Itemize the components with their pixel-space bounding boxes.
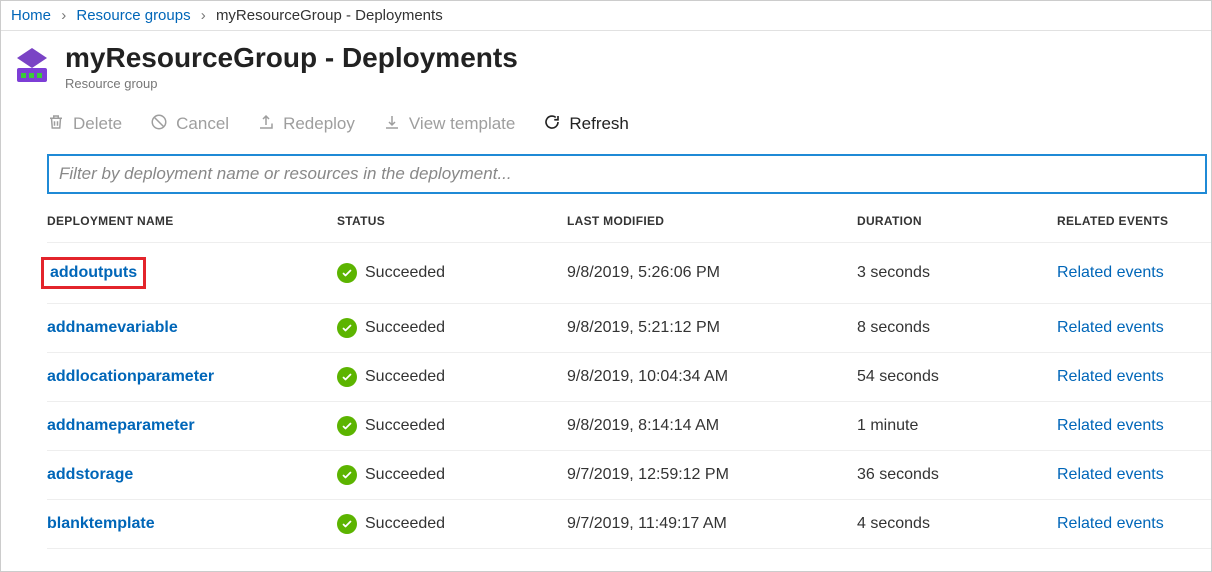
related-events-link[interactable]: Related events <box>1057 417 1164 434</box>
related-events-link[interactable]: Related events <box>1057 319 1164 336</box>
duration: 36 seconds <box>857 466 1057 484</box>
breadcrumb-resource-groups[interactable]: Resource groups <box>76 7 190 24</box>
last-modified: 9/7/2019, 12:59:12 PM <box>567 466 857 484</box>
redeploy-button: Redeploy <box>257 113 355 136</box>
col-status-header[interactable]: STATUS <box>337 214 567 228</box>
cancel-button: Cancel <box>150 113 229 136</box>
resource-group-icon <box>11 46 53 88</box>
status-text: Succeeded <box>365 264 445 282</box>
table-header: DEPLOYMENT NAME STATUS LAST MODIFIED DUR… <box>47 194 1211 243</box>
status-text: Succeeded <box>365 368 445 386</box>
status-text: Succeeded <box>365 417 445 435</box>
view-template-button: View template <box>383 113 515 136</box>
toolbar: Delete Cancel Redeploy View template Ref… <box>11 95 1211 154</box>
page-title: myResourceGroup - Deployments <box>65 43 518 74</box>
last-modified: 9/8/2019, 10:04:34 AM <box>567 368 857 386</box>
page-header: myResourceGroup - Deployments Resource g… <box>11 31 1211 95</box>
deployment-name-link[interactable]: addlocationparameter <box>47 368 214 386</box>
success-icon <box>337 263 357 283</box>
col-last-modified-header[interactable]: LAST MODIFIED <box>567 214 857 228</box>
refresh-button[interactable]: Refresh <box>543 113 629 136</box>
refresh-icon <box>543 113 561 136</box>
upload-icon <box>257 113 275 136</box>
chevron-right-icon: › <box>61 7 66 24</box>
table-row: addlocationparameter Succeeded 9/8/2019, 1… <box>47 353 1211 402</box>
table-row: addnamevariable Succeeded 9/8/2019, 5:21:1… <box>47 304 1211 353</box>
success-icon <box>337 318 357 338</box>
table-row: addstorage Succeeded 9/7/2019, 12:59:12 PM… <box>47 451 1211 500</box>
deployment-name-link[interactable]: addnameparameter <box>47 417 195 435</box>
chevron-right-icon: › <box>201 7 206 24</box>
related-events-link[interactable]: Related events <box>1057 368 1164 385</box>
status-text: Succeeded <box>365 466 445 484</box>
duration: 4 seconds <box>857 515 1057 533</box>
breadcrumb-home[interactable]: Home <box>11 7 51 24</box>
related-events-link[interactable]: Related events <box>1057 515 1164 532</box>
page-subtitle: Resource group <box>65 76 518 91</box>
filter-input[interactable] <box>47 154 1207 194</box>
deployments-table: DEPLOYMENT NAME STATUS LAST MODIFIED DUR… <box>11 194 1211 549</box>
deployment-name-link[interactable]: addstorage <box>47 466 133 484</box>
deployment-name-link[interactable]: blanktemplate <box>47 515 155 533</box>
last-modified: 9/8/2019, 5:26:06 PM <box>567 264 857 282</box>
col-duration-header[interactable]: DURATION <box>857 214 1057 228</box>
download-icon <box>383 113 401 136</box>
breadcrumb: Home › Resource groups › myResourceGroup… <box>1 1 1211 31</box>
last-modified: 9/8/2019, 8:14:14 AM <box>567 417 857 435</box>
success-icon <box>337 367 357 387</box>
status-text: Succeeded <box>365 319 445 337</box>
duration: 3 seconds <box>857 264 1057 282</box>
table-row: addnameparameter Succeeded 9/8/2019, 8:14:… <box>47 402 1211 451</box>
breadcrumb-current: myResourceGroup - Deployments <box>216 7 443 24</box>
related-events-link[interactable]: Related events <box>1057 466 1164 483</box>
success-icon <box>337 416 357 436</box>
table-row: blanktemplate Succeeded 9/7/2019, 11:49:17… <box>47 500 1211 549</box>
success-icon <box>337 514 357 534</box>
last-modified: 9/7/2019, 11:49:17 AM <box>567 515 857 533</box>
duration: 1 minute <box>857 417 1057 435</box>
deployment-name-link[interactable]: addnamevariable <box>47 319 178 337</box>
status-text: Succeeded <box>365 515 445 533</box>
col-name-header[interactable]: DEPLOYMENT NAME <box>47 214 337 228</box>
col-related-header[interactable]: RELATED EVENTS <box>1057 214 1211 228</box>
cancel-icon <box>150 113 168 136</box>
delete-button: Delete <box>47 113 122 136</box>
trash-icon <box>47 113 65 136</box>
related-events-link[interactable]: Related events <box>1057 264 1164 281</box>
duration: 8 seconds <box>857 319 1057 337</box>
last-modified: 9/8/2019, 5:21:12 PM <box>567 319 857 337</box>
success-icon <box>337 465 357 485</box>
table-row: addoutputs Succeeded 9/8/2019, 5:26:06 PM3… <box>47 243 1211 304</box>
duration: 54 seconds <box>857 368 1057 386</box>
deployment-name-link[interactable]: addoutputs <box>50 264 137 282</box>
